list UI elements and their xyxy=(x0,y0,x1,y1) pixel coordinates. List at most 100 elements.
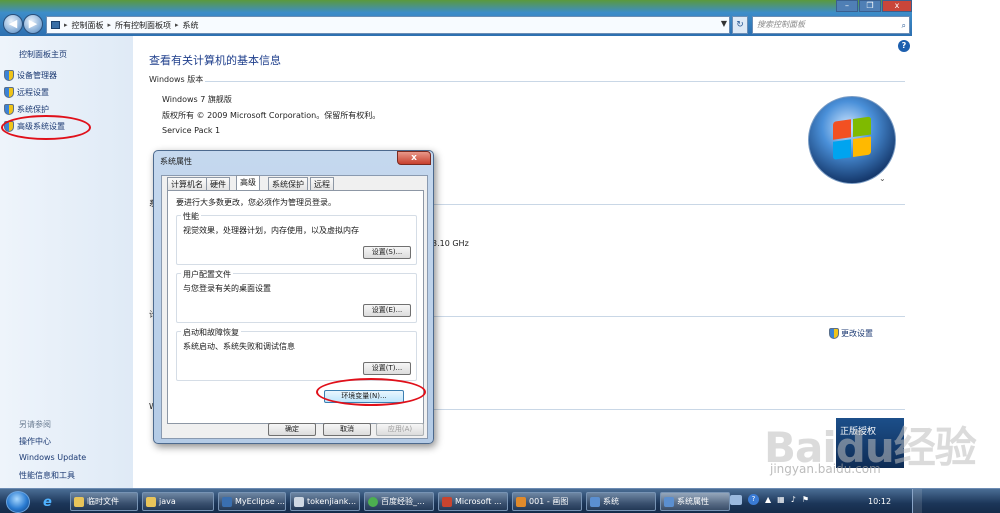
maximize-button[interactable]: ❐ xyxy=(859,0,881,12)
tab-system-protection[interactable]: 系统保护 xyxy=(268,177,308,190)
profile-settings-button[interactable]: 设置(E)... xyxy=(363,304,411,317)
ok-button[interactable]: 确定 xyxy=(268,423,316,436)
search-placeholder: 搜索控制面板 xyxy=(757,20,805,29)
chevron-up-icon[interactable]: ▲ xyxy=(765,495,771,504)
windows-flag-icon xyxy=(833,116,873,162)
taskbar-item-label: MyEclipse ... xyxy=(235,497,285,506)
system-icon xyxy=(590,496,600,507)
start-button[interactable] xyxy=(6,491,30,513)
group-performance: 性能 视觉效果，处理器计划，内存使用，以及虚拟内存 设置(S)... xyxy=(176,211,417,265)
network-icon[interactable]: ▦ xyxy=(777,495,785,504)
taskbar-item-active[interactable]: 系统属性 xyxy=(660,492,730,511)
document-icon xyxy=(294,496,304,507)
chevron-down-icon[interactable]: ⌄ xyxy=(879,174,886,183)
close-window-button[interactable]: x xyxy=(882,0,912,12)
taskbar-item[interactable]: MyEclipse ... xyxy=(218,492,286,511)
taskbar-item-label: 系统属性 xyxy=(677,497,709,506)
tab-hardware[interactable]: 硬件 xyxy=(206,177,230,190)
sidebar-item-label: 系统保护 xyxy=(17,105,49,114)
taskbar-item[interactable]: java xyxy=(142,492,214,511)
taskbar-item-label: tokenjiank... xyxy=(307,497,357,506)
tab-remote[interactable]: 远程 xyxy=(310,177,334,190)
group-description: 系统启动、系统失败和调试信息 xyxy=(183,342,295,351)
dialog-close-button[interactable]: x xyxy=(397,151,431,165)
group-label: 启动和故障恢复 xyxy=(181,327,241,338)
taskbar: e 临时文件 java MyEclipse ... tokenjiank... … xyxy=(0,488,1000,513)
taskbar-item-label: java xyxy=(159,497,176,506)
taskbar-item[interactable]: Microsoft ... xyxy=(438,492,508,511)
admin-note: 要进行大多数更改，您必须作为管理员登录。 xyxy=(176,198,336,207)
sidebar-item-label: 设备管理器 xyxy=(17,71,57,80)
shield-icon xyxy=(4,70,14,81)
minimize-button[interactable]: – xyxy=(836,0,858,12)
sidebar-item-remote[interactable]: 远程设置 xyxy=(4,87,49,98)
group-startup-recovery: 启动和故障恢复 系统启动、系统失败和调试信息 设置(T)... xyxy=(176,327,417,381)
chevron-right-icon: ▸ xyxy=(107,21,112,29)
startup-settings-button[interactable]: 设置(T)... xyxy=(363,362,411,375)
clock[interactable]: 10:12 xyxy=(868,497,891,506)
taskbar-item[interactable]: 百度经验_... xyxy=(364,492,434,511)
taskbar-item[interactable]: 临时文件 xyxy=(70,492,138,511)
breadcrumb-control-panel[interactable]: 控制面板 xyxy=(72,20,104,31)
taskbar-item-label: 临时文件 xyxy=(87,497,119,506)
service-pack-text: Service Pack 1 xyxy=(162,126,221,135)
watermark-url: jingyan.baidu.com xyxy=(770,462,881,476)
flag-icon[interactable]: ⚑ xyxy=(802,495,809,504)
change-settings-link[interactable]: 更改设置 xyxy=(829,328,873,339)
section-windows-edition: Windows 版本 xyxy=(149,75,204,84)
folder-icon xyxy=(146,496,156,507)
taskbar-item-label: 001 - 画图 xyxy=(529,497,569,506)
taskbar-item-label: 系统 xyxy=(603,497,619,506)
breadcrumb-system[interactable]: 系统 xyxy=(183,20,199,31)
section-divider xyxy=(434,409,905,410)
search-input[interactable]: 搜索控制面板 ⌕ xyxy=(752,16,910,34)
folder-icon xyxy=(74,496,84,507)
taskbar-item[interactable]: 001 - 画图 xyxy=(512,492,582,511)
volume-icon[interactable]: ♪ xyxy=(791,495,796,504)
eclipse-icon xyxy=(222,496,232,507)
taskbar-item[interactable]: 系统 xyxy=(586,492,656,511)
internet-explorer-icon[interactable]: e xyxy=(43,495,52,510)
chevron-down-icon[interactable]: ▼ xyxy=(721,19,727,28)
shield-icon xyxy=(4,87,14,98)
help-icon[interactable]: ? xyxy=(748,494,759,505)
apply-button[interactable]: 应用(A) xyxy=(376,423,424,436)
sidebar: 控制面板主页 设备管理器 远程设置 系统保护 高级系统设置 另请参阅 操作中心 … xyxy=(0,36,133,488)
performance-settings-button[interactable]: 设置(S)... xyxy=(363,246,411,259)
see-also-performance[interactable]: 性能信息和工具 xyxy=(19,470,75,481)
browser-icon xyxy=(368,496,378,507)
computer-icon xyxy=(51,21,60,29)
address-box[interactable]: ▸ 控制面板 ▸ 所有控制面板项 ▸ 系统 ▼ xyxy=(46,16,730,34)
highlight-ellipse xyxy=(316,378,426,406)
taskbar-item[interactable]: tokenjiank... xyxy=(290,492,360,511)
see-also-windows-update[interactable]: Windows Update xyxy=(19,453,86,462)
section-divider xyxy=(434,204,905,205)
shield-icon xyxy=(829,328,839,339)
refresh-button[interactable]: ↻ xyxy=(732,16,748,34)
taskbar-item-label: Microsoft ... xyxy=(455,497,502,506)
group-description: 与您登录有关的桌面设置 xyxy=(183,284,271,293)
sidebar-item-device-manager[interactable]: 设备管理器 xyxy=(4,70,57,81)
cancel-button[interactable]: 取消 xyxy=(323,423,371,436)
tab-advanced[interactable]: 高级 xyxy=(236,175,260,190)
sidebar-home-link[interactable]: 控制面板主页 xyxy=(19,49,67,60)
group-description: 视觉效果，处理器计划，内存使用，以及虚拟内存 xyxy=(183,226,359,235)
chevron-right-icon: ▸ xyxy=(64,21,68,29)
forward-button[interactable]: ▶ xyxy=(23,14,43,34)
show-desktop-button[interactable] xyxy=(912,489,922,513)
see-also-action-center[interactable]: 操作中心 xyxy=(19,436,51,447)
copyright-text: 版权所有 © 2009 Microsoft Corporation。保留所有权利… xyxy=(162,111,381,120)
edition-value: Windows 7 旗舰版 xyxy=(162,95,232,104)
group-label: 性能 xyxy=(181,211,201,222)
highlight-ellipse xyxy=(1,115,91,140)
help-icon[interactable]: ? xyxy=(898,40,910,52)
office-icon xyxy=(442,496,452,507)
shield-icon xyxy=(4,104,14,115)
system-icon xyxy=(664,496,674,507)
back-button[interactable]: ◀ xyxy=(3,14,23,34)
sidebar-item-protection[interactable]: 系统保护 xyxy=(4,104,49,115)
breadcrumb-all-items[interactable]: 所有控制面板项 xyxy=(115,20,171,31)
tab-computer-name[interactable]: 计算机名 xyxy=(167,177,207,190)
keyboard-icon[interactable] xyxy=(730,494,742,505)
system-tray: ? ▲ ▦ ♪ ⚑ xyxy=(730,494,809,505)
